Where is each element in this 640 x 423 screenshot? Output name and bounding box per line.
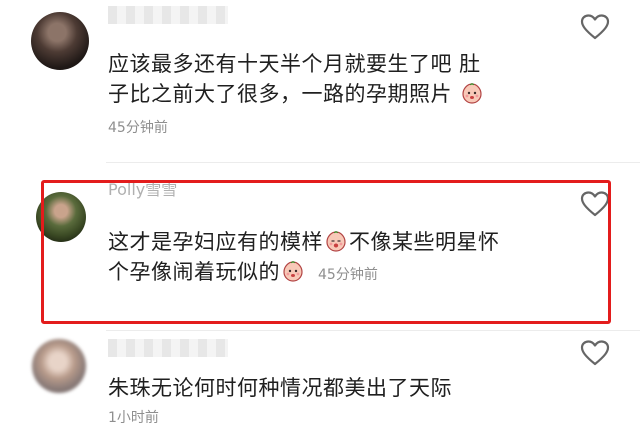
highlight-box — [41, 180, 611, 324]
comment-divider — [106, 330, 640, 331]
user-avatar[interactable] — [31, 12, 89, 70]
peach-face-emoji-icon — [462, 83, 482, 104]
comment-time: 45分钟前 — [108, 120, 168, 136]
comment-body: 朱珠无论何时何种情况都美出了天际 — [108, 373, 588, 403]
comment-list: 应该最多还有十天半个月就要生了吧 肚 子比之前大了很多，一路的孕期照片 45分钟… — [0, 0, 640, 423]
comment-divider — [106, 162, 640, 163]
username-redacted — [108, 339, 228, 357]
comment-time: 1小时前 — [108, 410, 159, 423]
comment-text-line1: 应该最多还有十天半个月就要生了吧 肚 — [108, 52, 481, 76]
comment-item: 应该最多还有十天半个月就要生了吧 肚 子比之前大了很多，一路的孕期照片 45分钟… — [0, 0, 640, 160]
comment-text-line1: 朱珠无论何时何种情况都美出了天际 — [108, 376, 452, 400]
username-redacted — [108, 6, 228, 24]
comment-text-line2: 子比之前大了很多，一路的孕期照片 — [108, 82, 452, 106]
like-heart-icon[interactable] — [580, 13, 610, 41]
comment-item: 朱珠无论何时何种情况都美出了天际 1小时前 — [0, 335, 640, 423]
user-avatar[interactable] — [32, 339, 86, 393]
comment-body: 应该最多还有十天半个月就要生了吧 肚 子比之前大了很多，一路的孕期照片 — [108, 49, 588, 109]
like-heart-icon[interactable] — [580, 339, 610, 367]
